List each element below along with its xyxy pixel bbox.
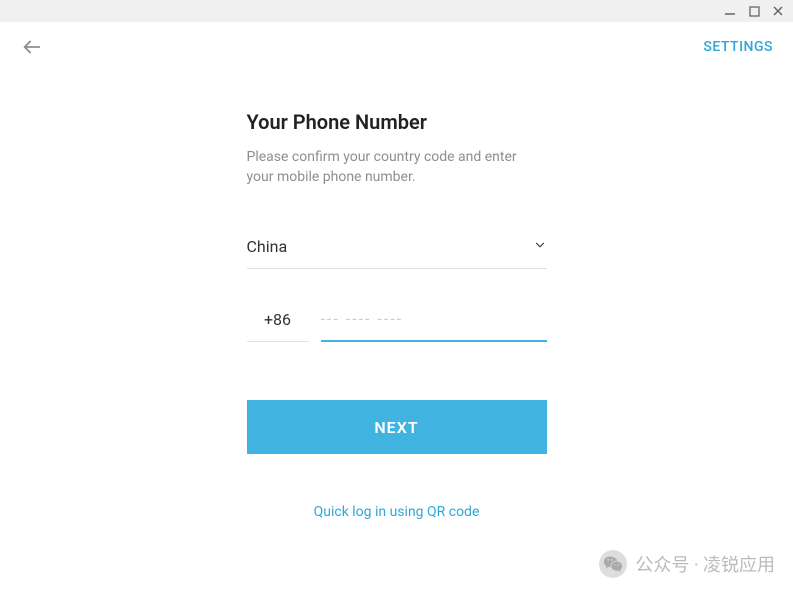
next-button[interactable]: NEXT (247, 400, 547, 454)
country-code-input[interactable] (247, 309, 309, 342)
settings-link[interactable]: SETTINGS (703, 39, 773, 55)
close-button[interactable] (771, 4, 785, 18)
page-title: Your Phone Number (247, 110, 547, 134)
page-subtitle: Please confirm your country code and ent… (247, 148, 547, 187)
window-titlebar (0, 0, 793, 22)
country-label: China (247, 237, 288, 256)
minimize-button[interactable] (723, 4, 737, 18)
back-button[interactable] (20, 35, 44, 59)
chevron-down-icon (533, 237, 547, 256)
app-header: SETTINGS (0, 22, 793, 72)
phone-number-input[interactable] (321, 309, 547, 342)
phone-row (247, 309, 547, 342)
watermark-text: 公众号 · 凌锐应用 (635, 551, 775, 577)
watermark: 公众号 · 凌锐应用 (599, 550, 775, 578)
wechat-icon (599, 550, 627, 578)
country-select[interactable]: China (247, 237, 547, 269)
maximize-button[interactable] (747, 4, 761, 18)
qr-login-link[interactable]: Quick log in using QR code (247, 504, 547, 520)
login-form: Your Phone Number Please confirm your co… (247, 110, 547, 520)
